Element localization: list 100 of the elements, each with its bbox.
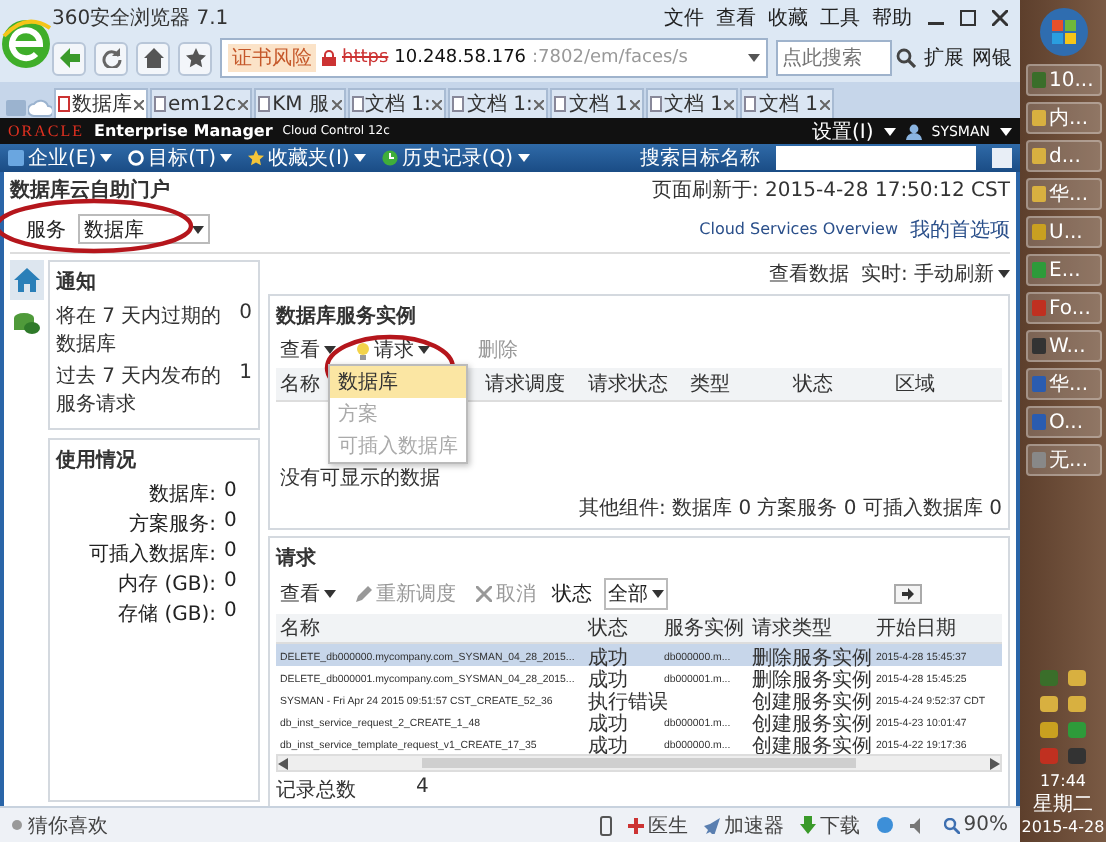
globe-icon[interactable]: [875, 816, 894, 834]
column-header[interactable]: 名称: [280, 614, 588, 642]
zoom-icon: [943, 817, 960, 833]
enterprise-icon: [8, 150, 24, 166]
menu-item[interactable]: 收藏: [768, 3, 808, 31]
close-tab-icon[interactable]: [819, 99, 830, 109]
brand-logo: ORACLE: [8, 122, 84, 140]
close-tab-icon[interactable]: [724, 99, 735, 109]
caret-icon: [517, 154, 529, 162]
column-header[interactable]: 开始日期: [876, 614, 998, 642]
extensions-button[interactable]: 扩展: [924, 44, 964, 72]
view-menu[interactable]: 查看: [276, 580, 340, 608]
page-icon: [351, 96, 363, 112]
status-filter-dropdown[interactable]: 全部: [604, 578, 668, 610]
horizontal-scrollbar[interactable]: [276, 754, 1002, 772]
status-bar-item[interactable]: 加速器: [723, 811, 784, 839]
caret-icon: [883, 127, 896, 135]
browser-tab[interactable]: 文档 1: [740, 88, 834, 118]
taskbar-button[interactable]: 华...: [1025, 368, 1101, 400]
column-header[interactable]: 请求状态: [587, 370, 691, 398]
tray-icon[interactable]: [1038, 694, 1060, 714]
status-bar-item[interactable]: 下载: [819, 811, 860, 839]
address-bar[interactable]: 证书风险 https 10.248.58.176 :7802/em/faces/s: [220, 38, 768, 78]
nav-menu-item[interactable]: 历史记录(Q): [401, 144, 513, 172]
clock[interactable]: 17:44 星期二 2015-4-28: [1021, 772, 1105, 836]
overview-link[interactable]: Cloud Services Overview: [699, 220, 898, 238]
taskbar-button[interactable]: 10...: [1025, 64, 1101, 96]
certificate-warning[interactable]: 证书风险: [228, 44, 316, 72]
close-tab-icon[interactable]: [134, 99, 144, 109]
preferences-link[interactable]: 我的首选项: [910, 215, 1010, 243]
taskbar-button[interactable]: W...: [1025, 330, 1101, 362]
app-icon: [1031, 72, 1045, 88]
browser-tab[interactable]: 文档 1:: [448, 88, 549, 118]
record-count-label: 记录总数: [276, 777, 356, 804]
menu-item[interactable]: 工具: [820, 3, 860, 31]
favorite-button[interactable]: [178, 41, 212, 75]
column-header[interactable]: 请求调度: [485, 370, 588, 398]
menu-item[interactable]: 文件: [664, 3, 704, 31]
setup-menu[interactable]: 设置(I): [812, 117, 874, 145]
nav-menu-item[interactable]: 收藏夹(I): [268, 144, 350, 172]
search-field[interactable]: 点此搜索: [776, 40, 892, 76]
usage-label: 数据库:: [147, 481, 216, 508]
nav-menu-item[interactable]: 企业(E): [28, 144, 97, 172]
browser-tab[interactable]: 文档 1: [550, 88, 644, 118]
view-data-dropdown[interactable]: 实时: 手动刷新: [860, 260, 1010, 288]
back-button[interactable]: [52, 41, 86, 75]
notification-label[interactable]: 将在 7 天内过期的数据库: [56, 302, 232, 358]
close-tab-icon[interactable]: [432, 99, 443, 109]
taskbar-button[interactable]: O...: [1025, 406, 1101, 438]
table-cell-text: 删除服务实例: [752, 645, 874, 670]
column-header[interactable]: 类型: [690, 370, 793, 398]
go-button[interactable]: [894, 584, 922, 604]
menu-item[interactable]: 帮助: [872, 3, 912, 31]
taskbar-button[interactable]: 内...: [1025, 102, 1101, 134]
column-header[interactable]: 状态: [588, 614, 664, 642]
taskbar-button[interactable]: Fo...: [1025, 292, 1101, 324]
taskbar-button[interactable]: E...: [1025, 254, 1101, 286]
menu-item[interactable]: 查看: [716, 3, 756, 31]
sidebar-item[interactable]: [10, 260, 44, 300]
browser-tab[interactable]: 文档 1:: [347, 88, 447, 118]
request-menu[interactable]: 请求: [352, 336, 434, 364]
tray-icon[interactable]: [1038, 720, 1060, 740]
recommendations-link[interactable]: 猜你喜欢: [28, 811, 108, 839]
taskbar-button[interactable]: 无...: [1025, 444, 1101, 476]
column-header[interactable]: 服务实例: [664, 614, 752, 642]
taskbar-button[interactable]: 华...: [1025, 178, 1101, 210]
tray-icon[interactable]: [1066, 668, 1088, 688]
column-header[interactable]: 状态: [792, 370, 896, 398]
zoom-level[interactable]: 90%: [963, 814, 1008, 836]
target-search-field[interactable]: [776, 146, 976, 170]
view-menu[interactable]: 查看: [276, 336, 340, 364]
close-tab-icon[interactable]: [534, 99, 545, 109]
browser-tab[interactable]: 文档 1: [645, 88, 739, 118]
close-tab-icon[interactable]: [238, 99, 249, 109]
netbank-button[interactable]: 网银: [972, 44, 1012, 72]
column-header[interactable]: 请求类型: [752, 614, 876, 642]
star-icon: [185, 48, 205, 68]
app-icon: [1031, 338, 1045, 354]
sidebar-toggle-icon[interactable]: [6, 98, 26, 118]
windows-start-icon[interactable]: [1037, 6, 1089, 58]
browser-tab[interactable]: em12c: [150, 88, 253, 118]
taskbar-button[interactable]: U...: [1025, 216, 1101, 248]
search-icon[interactable]: [896, 48, 916, 68]
taskbar-button[interactable]: d...: [1025, 140, 1101, 172]
service-dropdown[interactable]: 数据库: [78, 214, 210, 244]
lock-icon: [322, 50, 336, 66]
close-icon[interactable]: [992, 9, 1008, 25]
maximize-icon[interactable]: [960, 9, 976, 25]
home-button[interactable]: [136, 41, 170, 75]
status-bar-item[interactable]: 医生: [647, 811, 688, 839]
close-tab-icon[interactable]: [331, 99, 341, 109]
browser-tab[interactable]: KM 服: [254, 88, 345, 118]
notification-label[interactable]: 过去 7 天内发布的服务请求: [56, 362, 232, 418]
phone-icon[interactable]: [599, 815, 612, 835]
close-tab-icon[interactable]: [629, 99, 640, 109]
tray-icon[interactable]: [1066, 694, 1088, 714]
refresh-button[interactable]: [94, 41, 128, 75]
menu-item[interactable]: 数据库: [330, 366, 466, 398]
nav-menu-item[interactable]: 目标(T): [148, 144, 217, 172]
column-header[interactable]: 区域: [895, 370, 998, 398]
